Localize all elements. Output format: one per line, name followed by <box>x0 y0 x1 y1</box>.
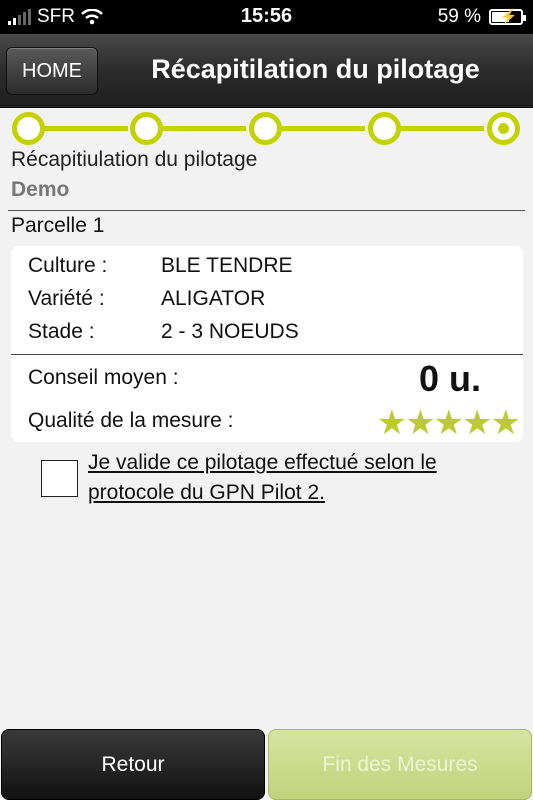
detail-row-variete: Variété : ALIGATOR <box>28 287 265 311</box>
step-dot-active <box>487 112 520 145</box>
card-divider <box>11 354 523 355</box>
back-button[interactable]: Retour <box>1 729 265 800</box>
page-title: Récapitilation du pilotage <box>151 54 480 84</box>
battery-icon: ⚡ <box>489 8 526 25</box>
detail-value: 2 - 3 NOEUDS <box>161 320 299 343</box>
detail-label: Stade : <box>28 320 95 343</box>
profile-name: Demo <box>11 178 70 201</box>
validation-checkbox[interactable] <box>41 460 78 497</box>
quality-label: Qualité de la mesure : <box>28 409 234 432</box>
home-button[interactable]: HOME <box>6 47 98 95</box>
conseil-label: Conseil moyen : <box>28 366 179 389</box>
status-right: 59 % ⚡ <box>437 6 526 28</box>
step-dot <box>249 112 282 145</box>
conseil-value: 0 u. <box>418 358 481 399</box>
star-icon: ★ <box>405 404 436 442</box>
progress-steps <box>0 108 533 148</box>
status-bar: SFR 15:56 59 % ⚡ <box>0 0 533 34</box>
finish-button[interactable]: Fin des Mesures <box>268 729 532 800</box>
summary-card: Culture : BLE TENDRE Variété : ALIGATOR St… <box>11 246 523 442</box>
battery-percent: 59 % <box>437 6 481 27</box>
detail-value: BLE TENDRE <box>161 254 293 277</box>
step-dot <box>368 112 401 145</box>
step-dot <box>130 112 163 145</box>
validation-label[interactable]: Je valide ce pilotage effectué selon le … <box>88 448 508 508</box>
star-icon: ★ <box>490 404 521 442</box>
detail-row-stade: Stade : 2 - 3 NOEUDS <box>28 320 299 344</box>
nav-bar: HOME Récapitilation du pilotage <box>0 34 533 108</box>
parcel-label: Parcelle 1 <box>11 214 105 237</box>
step-dot <box>12 112 45 145</box>
detail-row-culture: Culture : BLE TENDRE <box>28 254 293 278</box>
divider <box>8 210 525 211</box>
detail-label: Culture : <box>28 254 108 277</box>
star-icon: ★ <box>462 404 493 442</box>
detail-label: Variété : <box>28 287 105 310</box>
section-heading: Récapitiulation du pilotage <box>11 148 258 171</box>
detail-value: ALIGATOR <box>161 287 266 310</box>
star-icon: ★ <box>376 404 408 442</box>
star-icon: ★ <box>433 404 465 442</box>
quality-stars: ★ ★ ★ ★ ★ <box>376 404 521 442</box>
